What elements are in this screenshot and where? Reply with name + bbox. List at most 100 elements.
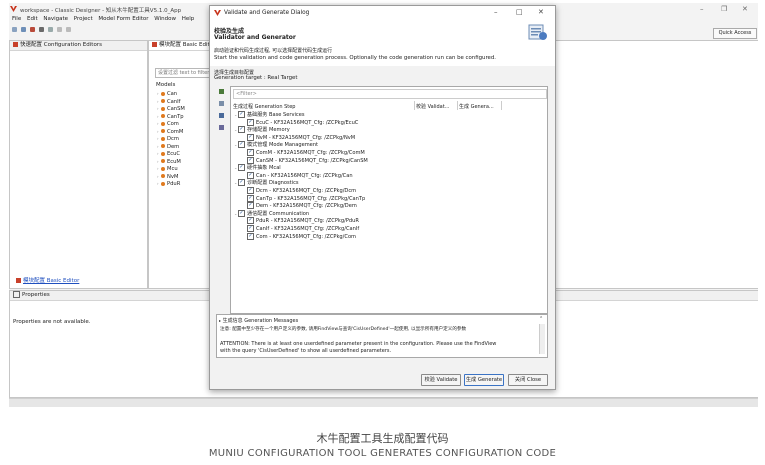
module-icon [161, 114, 165, 118]
generate-selected-icon[interactable] [219, 113, 224, 118]
model-item[interactable]: › EcuM [157, 158, 185, 166]
step-group-row[interactable]: ⌄ ✓ 硬件抽象 Mcal [234, 164, 368, 172]
column-generate[interactable]: 生成 Genera... [459, 103, 494, 110]
step-checkbox[interactable]: ✓ [247, 186, 254, 194]
model-item-label: EcuM [167, 158, 181, 165]
step-group-label: 模式管理 Mode Management [247, 142, 319, 149]
step-item-row[interactable]: ✓ CanTp - KF32A156MQT_Cfg: /ZCPkg/CanTp [234, 194, 368, 203]
maximize-button[interactable]: ❐ [721, 5, 727, 13]
messages-panel: ▸ 生成信息 Generation Messages ⌃ 注意: 配置中至少存在… [216, 314, 548, 358]
validate-button[interactable]: 校验 Validate [421, 374, 461, 386]
step-group-row[interactable]: ⌄ ✓ 存储配置 Memory [234, 126, 368, 134]
menu-edit[interactable]: Edit [27, 16, 38, 22]
column-validate[interactable]: 校验 Validat... [416, 103, 449, 110]
step-filter-input[interactable]: <Filter> [233, 89, 547, 99]
group-checkbox[interactable]: ✓ [238, 141, 245, 149]
step-group-row[interactable]: ⌄ ✓ 通信配置 Communication [234, 209, 368, 218]
module-icon [161, 166, 165, 171]
step-checkbox[interactable]: ✓ [247, 118, 254, 126]
minimize-button[interactable]: – [700, 5, 704, 13]
step-group-row[interactable]: ⌄ ✓ 基础服务 Base Services [234, 111, 368, 119]
step-item-row[interactable]: ✓ NvM - KF32A156MQT_Cfg: /ZCPkg/NvM [234, 133, 368, 142]
menu-window[interactable]: Window [154, 16, 176, 22]
validate-generate-dialog: Validate and Generate Dialog – □ ✕ 校验及生成… [209, 5, 556, 390]
generate-icon[interactable] [29, 27, 35, 32]
step-checkbox[interactable]: ✓ [247, 194, 254, 202]
configuration-editors-tab-label: 快速配置 Configuration Editors [20, 42, 102, 48]
model-item[interactable]: › CanIf [157, 98, 185, 106]
step-item-row[interactable]: ✓ CanSM - KF32A156MQT_Cfg: /ZCPkg/CanSM [234, 156, 368, 165]
model-item[interactable]: › EcuC [157, 150, 185, 158]
settings-icon[interactable] [38, 27, 44, 32]
generate-button[interactable]: 生成 Generate [464, 374, 504, 386]
step-item-row[interactable]: ✓ EcuC - KF32A156MQT_Cfg: /ZCPkg/EcuC [234, 118, 368, 127]
expand-all-icon[interactable] [219, 101, 224, 106]
messages-toggle-icon[interactable]: ▸ [219, 318, 221, 323]
step-group-label: 基础服务 Base Services [247, 112, 305, 118]
step-checkbox[interactable]: ✓ [247, 171, 254, 179]
close-dialog-button[interactable]: 关闭 Close [508, 374, 548, 386]
module-icon [161, 99, 165, 103]
model-item[interactable]: › Dem [157, 143, 185, 151]
model-item[interactable]: › Can [157, 90, 185, 98]
validate-selected-icon[interactable] [219, 125, 224, 130]
module-icon [161, 121, 165, 126]
collapse-icon[interactable]: ⌃ [539, 316, 543, 322]
model-item[interactable]: › NvM [157, 173, 185, 181]
menu-project[interactable]: Project [74, 16, 93, 22]
dialog-maximize-button[interactable]: □ [516, 8, 523, 16]
step-item-row[interactable]: ✓ PduR - KF32A156MQT_Cfg: /ZCPkg/PduR [234, 217, 368, 225]
group-checkbox[interactable]: ✓ [238, 111, 245, 118]
model-item[interactable]: › Com [157, 120, 185, 128]
step-checkbox[interactable]: ✓ [247, 232, 254, 240]
app-logo-icon [10, 6, 17, 12]
model-item[interactable]: › CanTp [157, 113, 185, 121]
dialog-minimize-button[interactable]: – [494, 8, 498, 16]
model-item[interactable]: › PduR [157, 180, 185, 188]
step-item-label: Dcm - KF32A156MQT_Cfg: /ZCPkg/Dcm [256, 187, 357, 194]
layout-icon[interactable] [47, 27, 53, 32]
step-checkbox[interactable]: ✓ [247, 224, 254, 232]
model-item[interactable]: › Mcu [157, 165, 185, 173]
step-item-row[interactable]: ✓ ComM - KF32A156MQT_Cfg: /ZCPkg/ComM [234, 148, 368, 157]
model-item-label: CanSM [167, 106, 185, 112]
column-generation-step[interactable]: 生成过程 Generation Step [233, 103, 295, 110]
model-item[interactable]: › CanSM [157, 105, 185, 113]
quick-access-input[interactable]: Quick Access [713, 28, 757, 39]
select-all-icon[interactable] [219, 89, 224, 94]
menu-model-form-editor[interactable]: Model Form Editor [98, 16, 148, 22]
close-button[interactable]: ✕ [742, 5, 748, 13]
group-checkbox[interactable]: ✓ [238, 164, 245, 172]
new-icon[interactable] [12, 27, 17, 32]
step-item-row[interactable]: ✓ CanIf - KF32A156MQT_Cfg: /ZCPkg/CanIf [234, 224, 368, 233]
step-checkbox[interactable]: ✓ [247, 148, 254, 156]
dialog-close-button[interactable]: ✕ [538, 8, 544, 16]
basic-editor-link-row: 模块配置 Basic Editor [16, 276, 79, 284]
step-checkbox[interactable]: ✓ [247, 217, 254, 225]
model-item[interactable]: › Dcm [157, 135, 185, 143]
group-checkbox[interactable]: ✓ [238, 209, 245, 217]
step-checkbox[interactable]: ✓ [247, 133, 254, 141]
menu-file[interactable]: File [12, 16, 21, 22]
basic-editor-link[interactable]: 模块配置 Basic Editor [23, 278, 79, 284]
step-item-row[interactable]: ✓ Can - KF32A156MQT_Cfg: /ZCPkg/Can [234, 171, 368, 180]
step-item-row[interactable]: ✓ Dem - KF32A156MQT_Cfg: /ZCPkg/Dem [234, 202, 368, 210]
messages-scrollbar[interactable] [539, 324, 545, 354]
group-checkbox[interactable]: ✓ [238, 179, 245, 187]
step-checkbox[interactable]: ✓ [247, 156, 254, 164]
step-checkbox[interactable]: ✓ [247, 202, 254, 210]
forward-icon[interactable] [65, 27, 71, 32]
menu-navigate[interactable]: Navigate [43, 16, 68, 22]
step-group-row[interactable]: ⌄ ✓ 模式管理 Mode Management [234, 141, 368, 149]
step-item-row[interactable]: ✓ Com - KF32A156MQT_Cfg: /ZCPkg/Com [234, 232, 368, 241]
model-item[interactable]: › ComM [157, 128, 185, 136]
configuration-editors-tab[interactable]: 快速配置 Configuration Editors [10, 41, 147, 51]
group-checkbox[interactable]: ✓ [238, 126, 245, 134]
properties-icon [13, 291, 20, 298]
step-item-row[interactable]: ✓ Dcm - KF32A156MQT_Cfg: /ZCPkg/Dcm [234, 186, 368, 195]
menu-help[interactable]: Help [182, 16, 195, 22]
back-icon[interactable] [56, 27, 62, 32]
step-group-row[interactable]: ⌄ ✓ 诊断配置 Diagnostics [234, 179, 368, 187]
save-icon[interactable] [20, 27, 26, 32]
dialog-body: 选择生成目标配置 Generation target : Real Target… [210, 66, 555, 389]
